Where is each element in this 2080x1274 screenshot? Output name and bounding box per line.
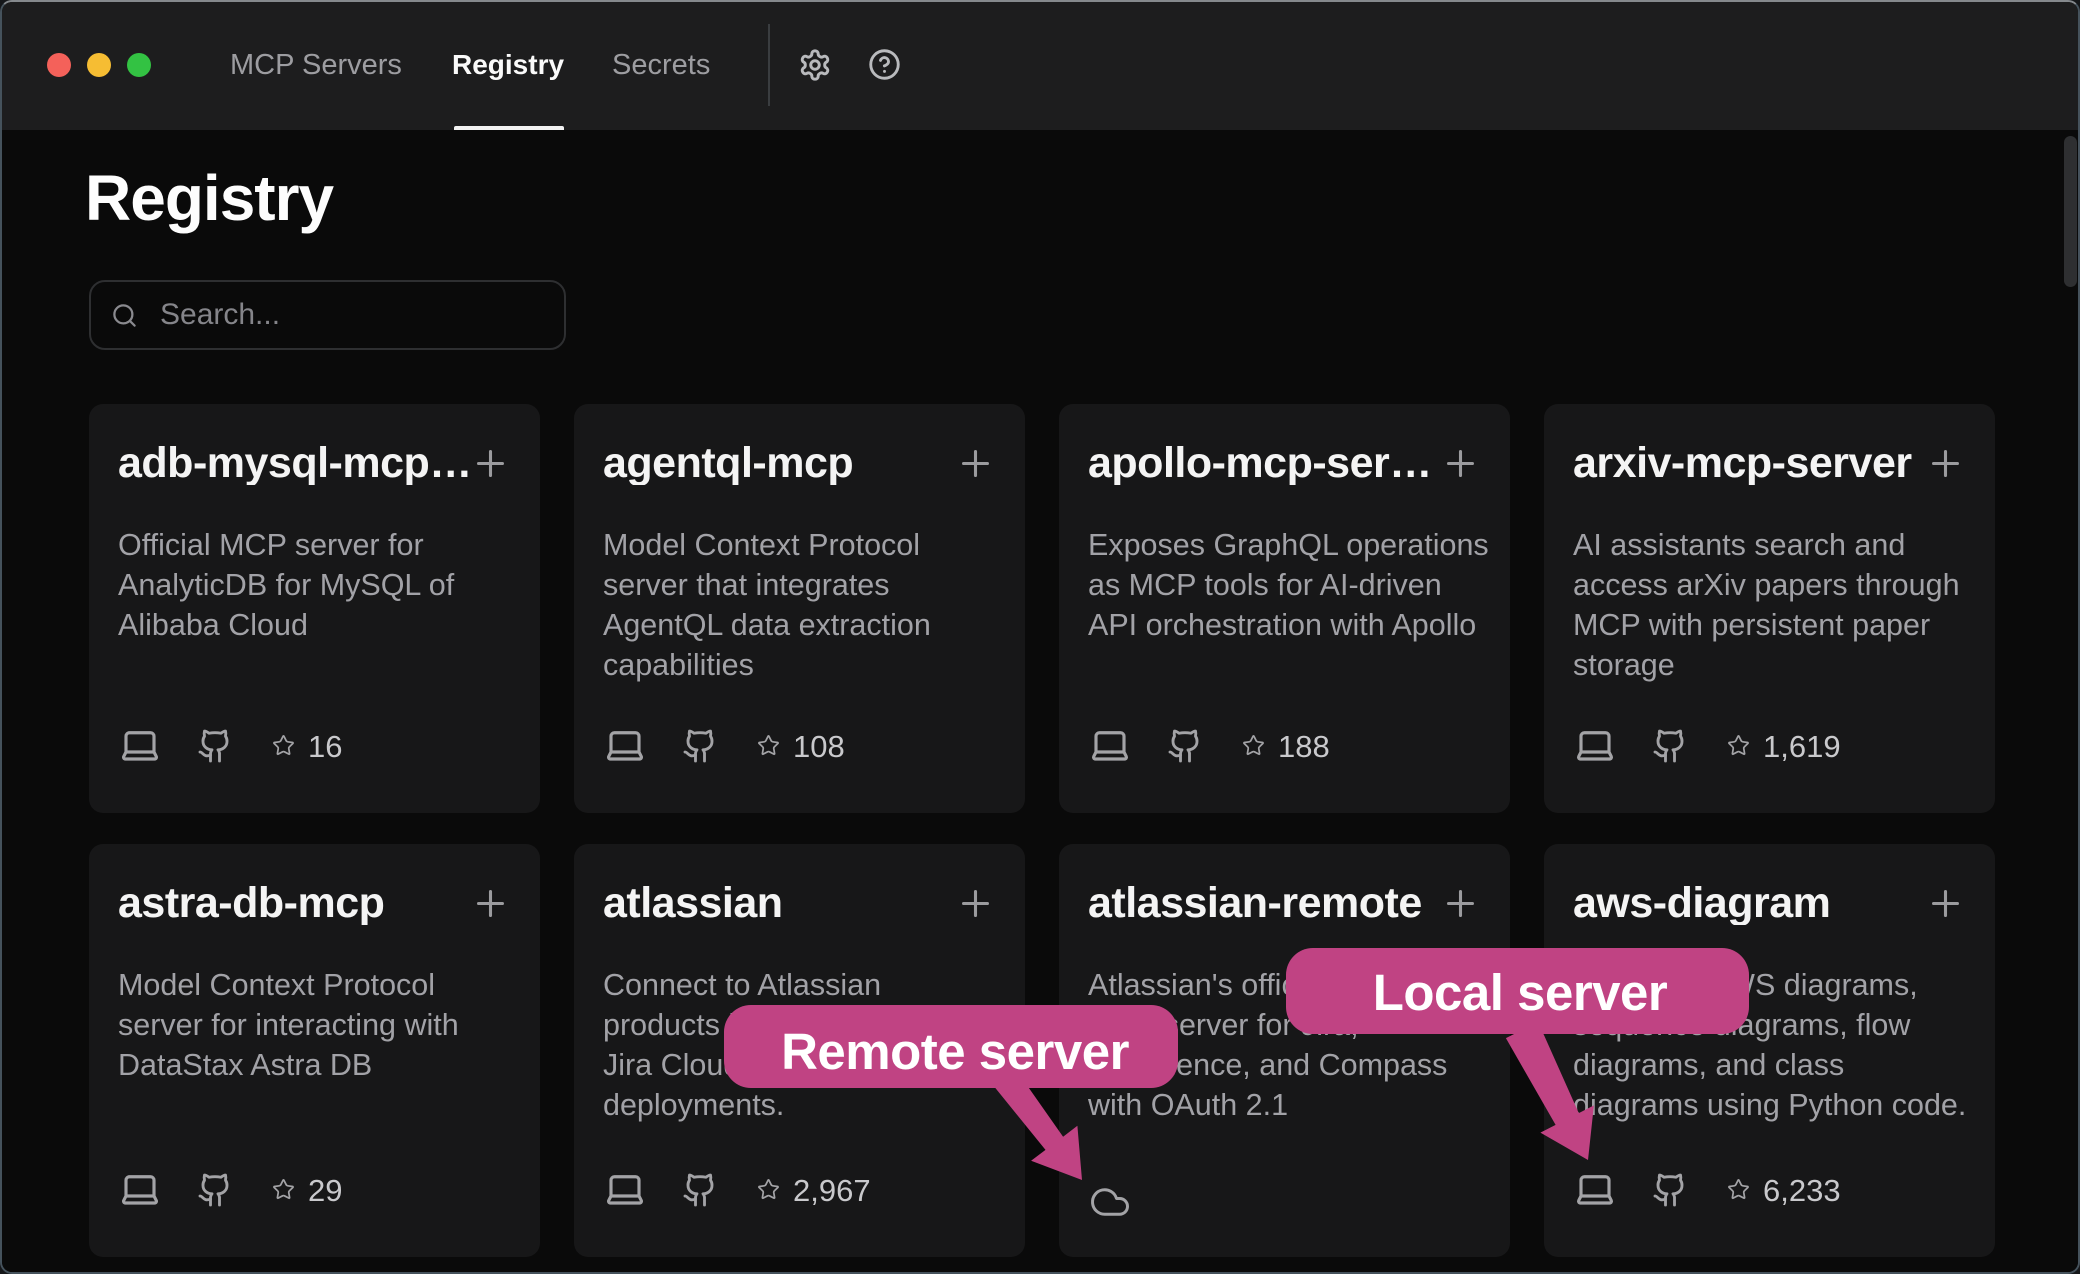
svg-text:Remote server: Remote server bbox=[781, 1023, 1130, 1080]
svg-text:Local server: Local server bbox=[1373, 964, 1668, 1021]
